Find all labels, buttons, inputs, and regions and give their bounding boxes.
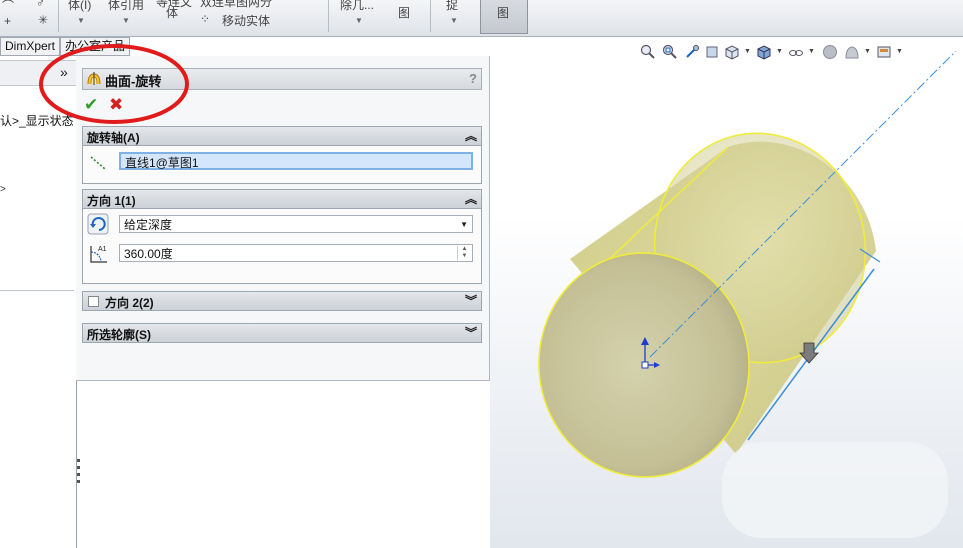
ribbon-item-capture[interactable]: 捉	[446, 0, 458, 13]
axis-selection-field[interactable]: 直线1@草图1	[119, 152, 473, 170]
ribbon-active-button[interactable]: 图	[480, 0, 528, 34]
ribbon-icon-fragment[interactable]: ⌒	[2, 0, 14, 14]
model-view[interactable]	[490, 37, 963, 548]
end-condition-value: 给定深度	[124, 218, 173, 232]
group-header[interactable]: 方向 1(1) ︽	[83, 190, 481, 209]
reverse-direction-icon[interactable]	[87, 213, 109, 235]
command-ribbon: ⌒ ♂ + ✳ 体(I) ▼ 体引用 ▼ 等连文 体 双连草图两分 ⁘ 移动实体…	[0, 0, 963, 37]
ribbon-item-active-label: 图	[497, 6, 510, 20]
watermark-patch	[722, 442, 948, 538]
group-header[interactable]: 所选轮廓(S) ︾	[83, 324, 481, 342]
chevron-down-icon[interactable]: ▼	[450, 16, 458, 25]
ribbon-separator	[430, 0, 431, 32]
help-icon[interactable]: ?	[469, 71, 477, 86]
collapse-icon[interactable]: ︽	[465, 127, 477, 144]
axis-line-icon	[90, 156, 106, 170]
ribbon-add-icon[interactable]: +	[4, 14, 11, 28]
collapse-icon[interactable]: ︽	[465, 190, 477, 207]
direction2-group: 方向 2(2) ︾	[82, 291, 482, 311]
tree-caret-icon[interactable]: >	[0, 184, 6, 195]
chevron-down-icon[interactable]: ▼	[355, 16, 363, 25]
chevron-down-icon[interactable]: ▼	[122, 16, 130, 25]
group-title: 旋转轴(A)	[87, 131, 140, 145]
ribbon-separator	[58, 0, 59, 32]
spin-down-icon[interactable]: ▼	[458, 253, 471, 260]
move-entity-icon[interactable]: ⁘	[200, 12, 210, 26]
grip-dot	[77, 466, 80, 469]
ribbon-item-view[interactable]: 图	[398, 4, 410, 21]
group-header[interactable]: 旋转轴(A) ︽	[83, 127, 481, 146]
direction1-group: 方向 1(1) ︽ 给定深度 ▼ A1 360.00度 ▲ ▼	[82, 189, 482, 284]
expand-icon[interactable]: ︾	[465, 292, 477, 309]
ribbon-star-icon[interactable]: ✳	[38, 13, 48, 27]
feature-tree-panel: » 认>_显示状态 >	[0, 56, 77, 548]
divider	[0, 290, 74, 291]
end-condition-select[interactable]: 给定深度 ▼	[119, 215, 473, 233]
group-title: 方向 2(2)	[105, 296, 154, 310]
angle-icon: A1	[90, 246, 107, 263]
panel-splitter[interactable]	[76, 455, 81, 491]
group-title: 方向 1(1)	[87, 194, 136, 208]
axis-of-revolution-group: 旋转轴(A) ︽ 直线1@草图1	[82, 126, 482, 184]
grip-dot	[77, 473, 80, 476]
ribbon-separator	[328, 0, 329, 32]
group-title: 所选轮廓(S)	[87, 328, 151, 342]
angle-value: 360.00度	[124, 247, 173, 261]
direction2-checkbox[interactable]	[88, 296, 99, 307]
chevron-down-icon[interactable]: ▼	[460, 216, 468, 234]
svg-text:A1: A1	[98, 246, 107, 253]
grip-dot	[77, 480, 80, 483]
angle-input[interactable]: 360.00度 ▲ ▼	[119, 244, 473, 262]
chevron-down-icon[interactable]: ▼	[77, 16, 85, 25]
ribbon-item-body-2[interactable]: 体	[166, 4, 178, 21]
ribbon-item-delete-geometry[interactable]: 除几...	[340, 0, 374, 13]
ribbon-item-body[interactable]: 体(I)	[68, 0, 91, 13]
angle-spinner[interactable]: ▲ ▼	[457, 246, 471, 260]
graphics-area[interactable]: ▼ ▼ ▼ ▼ ▼	[490, 37, 963, 548]
expand-icon[interactable]: ︾	[465, 324, 477, 341]
ribbon-item-body-reference[interactable]: 体引用	[108, 0, 144, 13]
triad-origin	[641, 361, 649, 369]
annotation-circle	[39, 44, 189, 124]
selected-contours-group: 所选轮廓(S) ︾	[82, 323, 482, 343]
group-header[interactable]: 方向 2(2) ︾	[83, 292, 481, 310]
spin-up-icon[interactable]: ▲	[458, 246, 471, 253]
ribbon-item-partial[interactable]: 双连草图两分	[200, 0, 272, 10]
ribbon-item-move-entity[interactable]: 移动实体	[222, 12, 270, 29]
grip-dot	[77, 459, 80, 462]
ribbon-icon-fragment[interactable]: ♂	[36, 0, 45, 10]
